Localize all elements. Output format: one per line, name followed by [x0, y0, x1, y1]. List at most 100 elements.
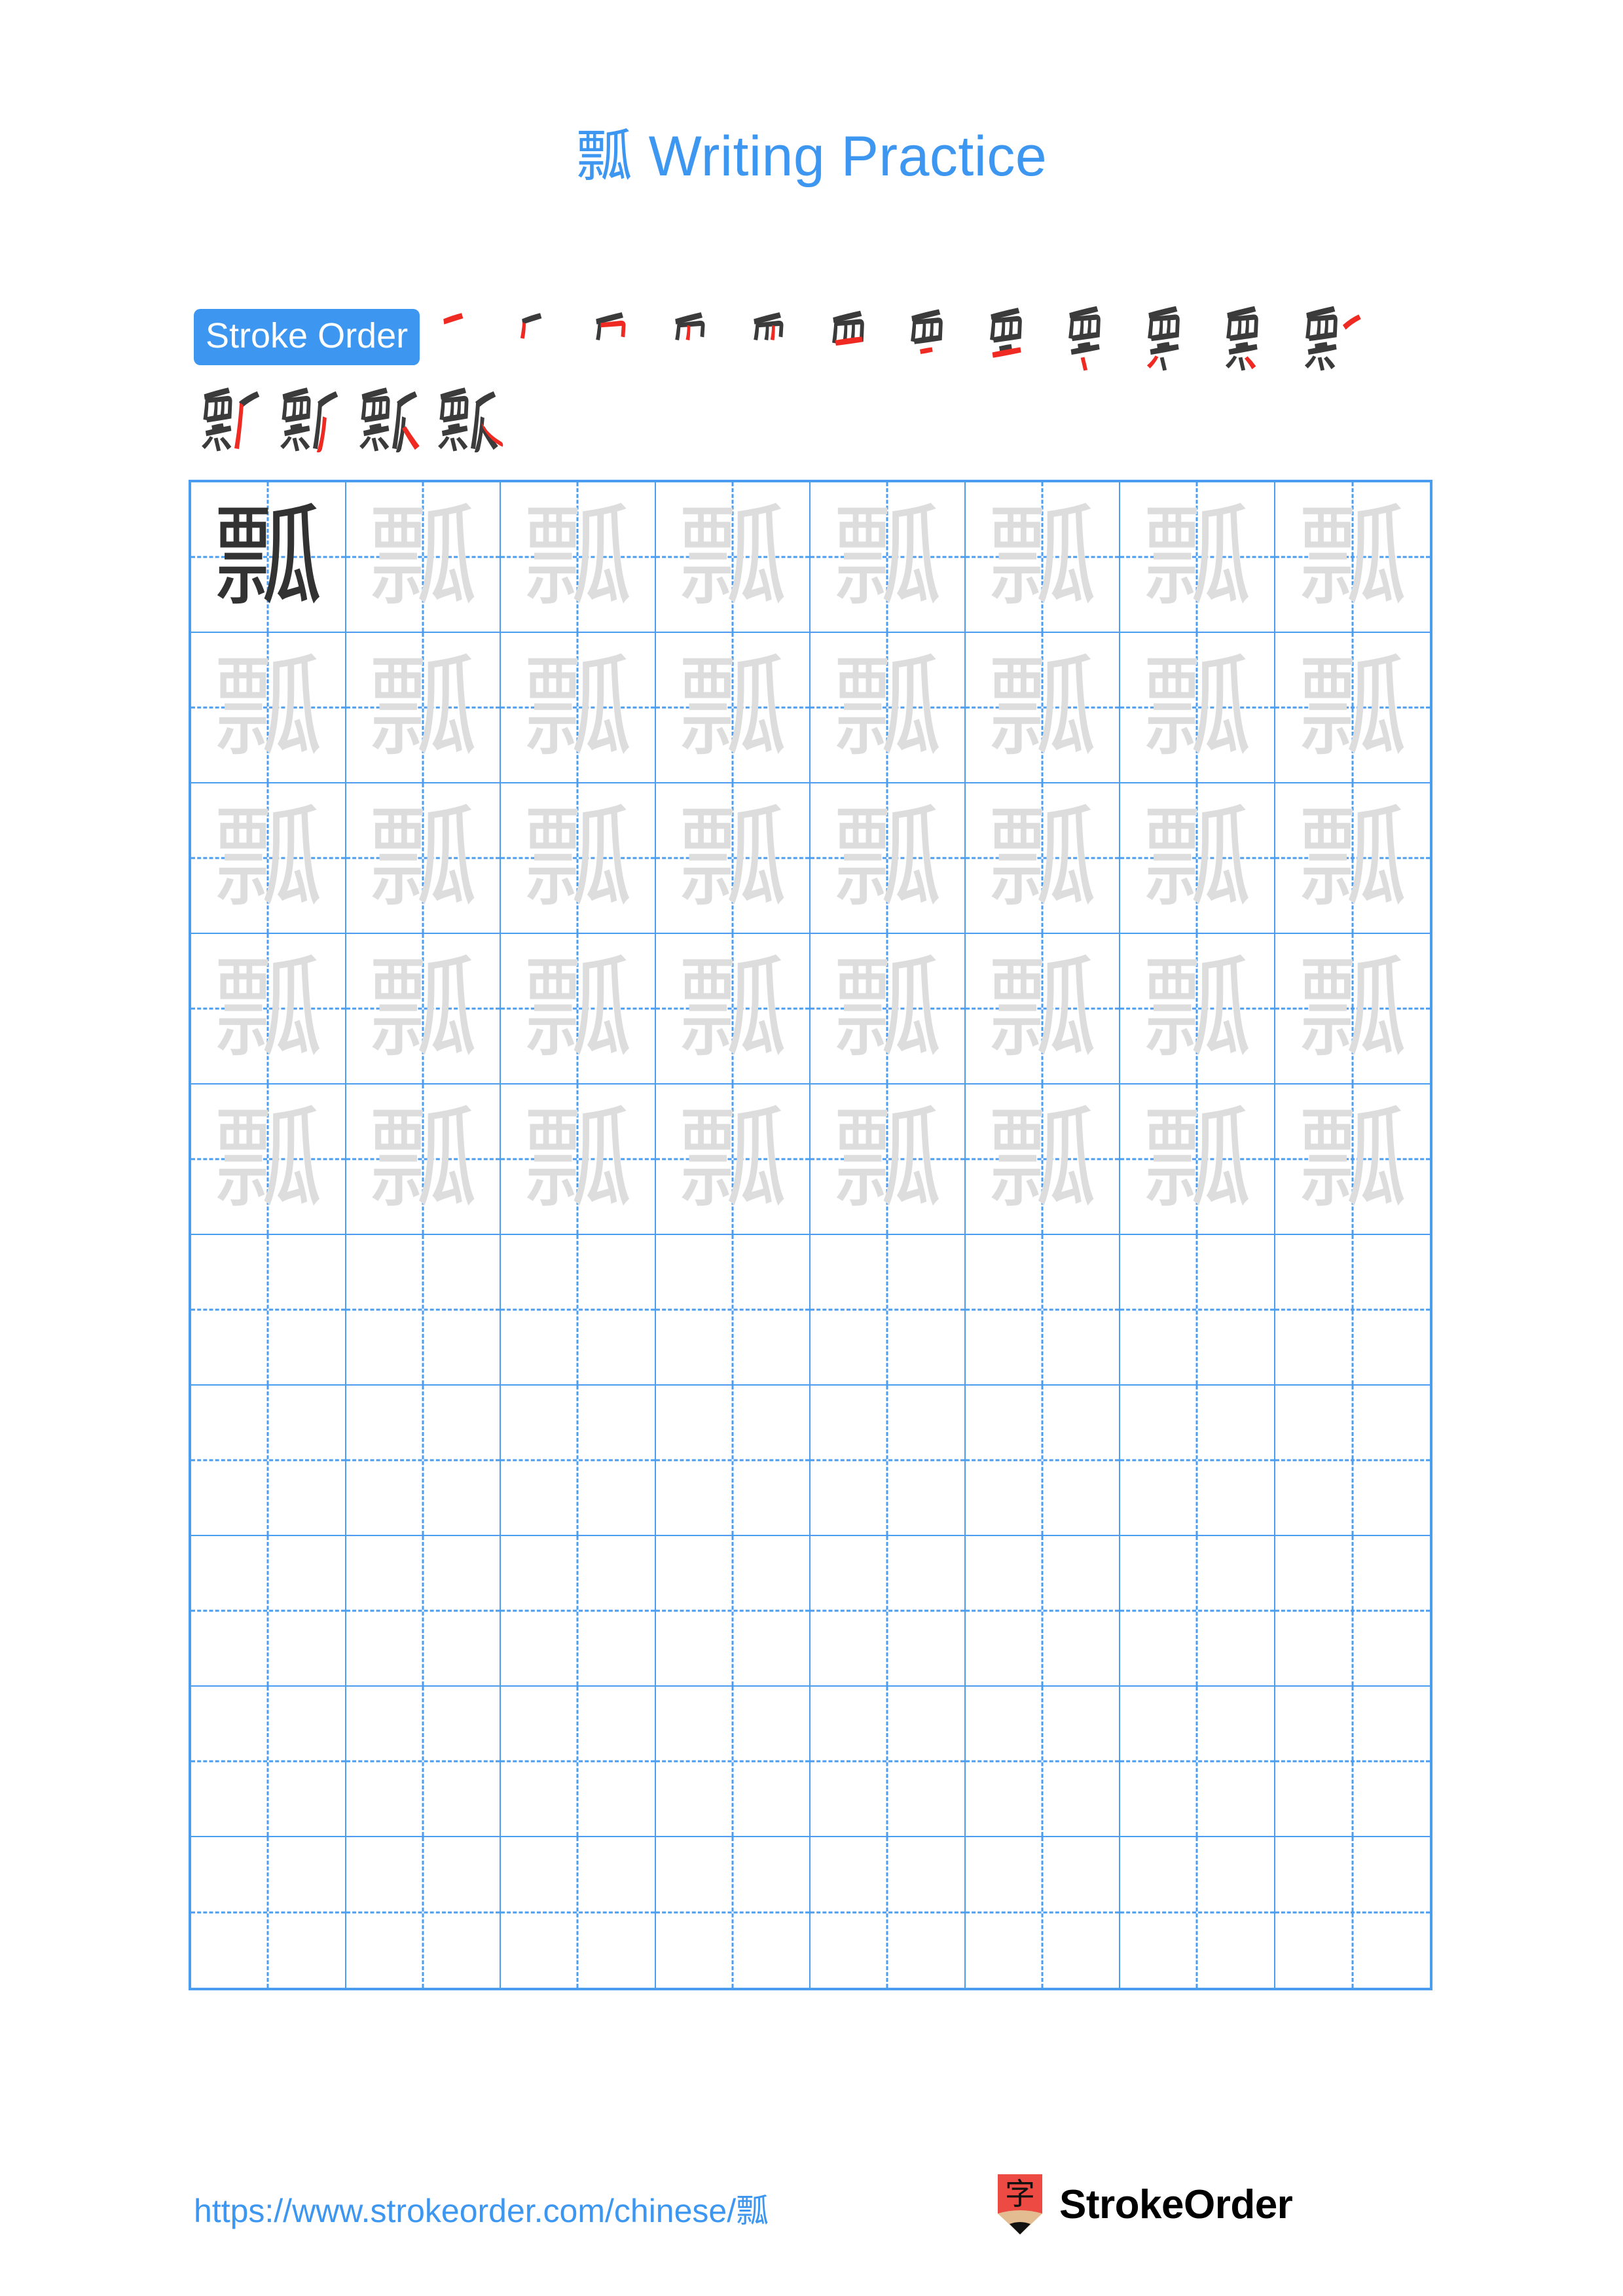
practice-cell-r7-c7[interactable]: [1275, 1536, 1430, 1687]
practice-cell-r2-c3[interactable]: 瓢: [655, 783, 811, 934]
practice-cell-r9-c1[interactable]: [346, 1837, 501, 1988]
practice-cell-r1-c7[interactable]: 瓢: [1275, 633, 1430, 783]
practice-cell-r4-c2[interactable]: 瓢: [501, 1085, 656, 1235]
practice-cell-r8-c3[interactable]: [655, 1687, 811, 1837]
stroke-step-7: [901, 302, 977, 378]
practice-cell-r7-c0[interactable]: [191, 1536, 346, 1687]
practice-cell-r4-c6[interactable]: 瓢: [1120, 1085, 1275, 1235]
practice-cell-r0-c0[interactable]: 瓢: [191, 482, 346, 633]
practice-cell-r0-c1[interactable]: 瓢: [346, 482, 501, 633]
practice-cell-r6-c4[interactable]: [811, 1386, 966, 1536]
stroke-step-1: [428, 302, 504, 378]
practice-cell-r8-c4[interactable]: [811, 1687, 966, 1837]
practice-cell-r4-c5[interactable]: 瓢: [965, 1085, 1120, 1235]
practice-cell-r3-c3[interactable]: 瓢: [655, 934, 811, 1085]
practice-cell-r9-c3[interactable]: [656, 1837, 811, 1988]
practice-cell-r3-c7[interactable]: 瓢: [1275, 934, 1430, 1085]
practice-cell-r2-c0[interactable]: 瓢: [191, 783, 346, 934]
practice-cell-r6-c6[interactable]: [1120, 1386, 1275, 1536]
practice-character: 瓢: [987, 643, 1097, 772]
practice-cell-r8-c6[interactable]: [1120, 1687, 1275, 1837]
practice-cell-r0-c4[interactable]: 瓢: [811, 482, 966, 633]
footer-brand: 字 StrokeOrder: [995, 2174, 1293, 2234]
stroke-step-15: [354, 382, 430, 458]
practice-cell-r9-c2[interactable]: [501, 1837, 656, 1988]
practice-cell-r5-c4[interactable]: [811, 1235, 966, 1386]
practice-cell-r4-c1[interactable]: 瓢: [346, 1085, 501, 1235]
practice-cell-r8-c5[interactable]: [965, 1687, 1120, 1837]
practice-cell-r4-c3[interactable]: 瓢: [655, 1085, 811, 1235]
practice-character: 瓢: [832, 944, 943, 1073]
practice-cell-r9-c4[interactable]: [811, 1837, 966, 1988]
practice-cell-r0-c5[interactable]: 瓢: [965, 482, 1120, 633]
practice-cell-r8-c2[interactable]: [501, 1687, 656, 1837]
practice-character: 瓢: [213, 794, 323, 922]
practice-cell-r3-c4[interactable]: 瓢: [811, 934, 966, 1085]
practice-cell-r2-c5[interactable]: 瓢: [965, 783, 1120, 934]
practice-cell-r9-c7[interactable]: [1275, 1837, 1431, 1988]
practice-cell-r9-c0[interactable]: [191, 1837, 346, 1988]
practice-cell-r6-c7[interactable]: [1275, 1386, 1430, 1536]
practice-cell-r5-c7[interactable]: [1275, 1235, 1430, 1386]
practice-character: 瓢: [1142, 1095, 1252, 1223]
practice-cell-r8-c1[interactable]: [346, 1687, 501, 1837]
practice-character: 瓢: [213, 643, 323, 772]
footer-url[interactable]: https://www.strokeorder.com/chinese/瓢: [194, 2185, 769, 2232]
practice-cell-r1-c2[interactable]: 瓢: [501, 633, 656, 783]
practice-cell-r6-c0[interactable]: [191, 1386, 346, 1536]
practice-cell-r2-c6[interactable]: 瓢: [1120, 783, 1275, 934]
practice-cell-r6-c1[interactable]: [346, 1386, 501, 1536]
practice-character: 瓢: [677, 643, 788, 772]
practice-character: 瓢: [1142, 944, 1252, 1073]
practice-cell-r7-c1[interactable]: [346, 1536, 501, 1687]
practice-cell-r7-c6[interactable]: [1120, 1536, 1275, 1687]
practice-cell-r5-c1[interactable]: [346, 1235, 501, 1386]
practice-cell-r4-c7[interactable]: 瓢: [1275, 1085, 1430, 1235]
practice-cell-r1-c3[interactable]: 瓢: [655, 633, 811, 783]
practice-cell-r0-c6[interactable]: 瓢: [1120, 482, 1275, 633]
practice-grid: 瓢瓢瓢瓢瓢瓢瓢瓢瓢瓢瓢瓢瓢瓢瓢瓢瓢瓢瓢瓢瓢瓢瓢瓢瓢瓢瓢瓢瓢瓢瓢瓢瓢瓢瓢瓢瓢瓢瓢瓢: [189, 480, 1432, 1990]
practice-cell-r1-c1[interactable]: 瓢: [346, 633, 501, 783]
practice-cell-r8-c0[interactable]: [191, 1687, 346, 1837]
practice-cell-r5-c2[interactable]: [501, 1235, 656, 1386]
practice-cell-r2-c4[interactable]: 瓢: [811, 783, 966, 934]
practice-cell-r1-c4[interactable]: 瓢: [811, 633, 966, 783]
practice-cell-r0-c7[interactable]: 瓢: [1275, 482, 1430, 633]
page-title-character: 瓢: [575, 124, 633, 189]
practice-cell-r6-c2[interactable]: [501, 1386, 656, 1536]
practice-cell-r0-c3[interactable]: 瓢: [655, 482, 811, 633]
practice-cell-r9-c6[interactable]: [1120, 1837, 1275, 1988]
practice-cell-r6-c3[interactable]: [655, 1386, 811, 1536]
practice-character: 瓢: [987, 794, 1097, 922]
practice-cell-r7-c4[interactable]: [811, 1536, 966, 1687]
practice-cell-r2-c7[interactable]: 瓢: [1275, 783, 1430, 934]
practice-cell-r5-c3[interactable]: [655, 1235, 811, 1386]
practice-cell-r9-c5[interactable]: [966, 1837, 1120, 1988]
practice-character: 瓢: [1142, 794, 1252, 922]
practice-cell-r1-c0[interactable]: 瓢: [191, 633, 346, 783]
practice-cell-r0-c2[interactable]: 瓢: [501, 482, 656, 633]
practice-cell-r3-c2[interactable]: 瓢: [501, 934, 656, 1085]
practice-character: 瓢: [677, 493, 788, 621]
practice-character: 瓢: [832, 1095, 943, 1223]
stroke-order-badge: Stroke Order: [194, 309, 420, 365]
practice-cell-r2-c1[interactable]: 瓢: [346, 783, 501, 934]
practice-cell-r7-c3[interactable]: [655, 1536, 811, 1687]
practice-cell-r3-c5[interactable]: 瓢: [965, 934, 1120, 1085]
practice-cell-r4-c4[interactable]: 瓢: [811, 1085, 966, 1235]
practice-cell-r3-c6[interactable]: 瓢: [1120, 934, 1275, 1085]
practice-cell-r1-c5[interactable]: 瓢: [965, 633, 1120, 783]
practice-cell-r8-c7[interactable]: [1275, 1687, 1430, 1837]
practice-cell-r7-c2[interactable]: [501, 1536, 656, 1687]
practice-cell-r7-c5[interactable]: [965, 1536, 1120, 1687]
practice-cell-r5-c0[interactable]: [191, 1235, 346, 1386]
practice-cell-r6-c5[interactable]: [965, 1386, 1120, 1536]
practice-cell-r2-c2[interactable]: 瓢: [501, 783, 656, 934]
stroke-step-13: [196, 382, 272, 458]
practice-cell-r5-c6[interactable]: [1120, 1235, 1275, 1386]
practice-cell-r1-c6[interactable]: 瓢: [1120, 633, 1275, 783]
practice-cell-r3-c0[interactable]: 瓢: [191, 934, 346, 1085]
practice-cell-r4-c0[interactable]: 瓢: [191, 1085, 346, 1235]
practice-cell-r3-c1[interactable]: 瓢: [346, 934, 501, 1085]
practice-cell-r5-c5[interactable]: [965, 1235, 1120, 1386]
